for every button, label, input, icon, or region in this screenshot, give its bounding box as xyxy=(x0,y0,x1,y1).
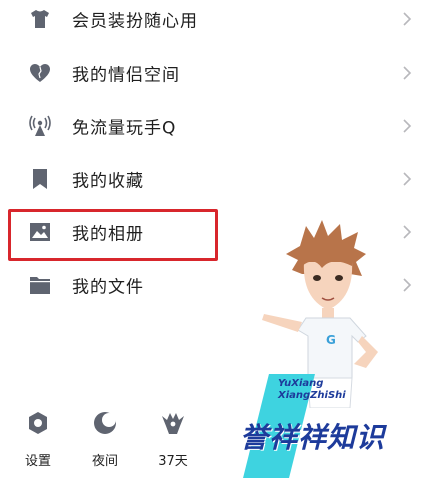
night-mode-button[interactable]: 夜间 xyxy=(80,410,130,470)
menu-item-vip-dressup[interactable]: 会员装扮随心用 xyxy=(0,0,428,45)
tshirt-icon xyxy=(31,9,49,28)
menu-item-label: 免流量玩手Q xyxy=(72,118,177,138)
chevron-right-icon xyxy=(403,171,412,186)
menu-item-free-data[interactable]: 免流量玩手Q xyxy=(0,99,428,152)
highlight-box xyxy=(8,209,218,261)
svg-text:G: G xyxy=(326,333,336,347)
gear-icon xyxy=(29,412,47,434)
night-mode-label: 夜间 xyxy=(91,454,118,469)
menu-item-favorites[interactable]: 我的收藏 xyxy=(0,152,428,205)
settings-button[interactable]: 设置 xyxy=(13,410,63,470)
chevron-right-icon xyxy=(403,65,412,80)
chevron-right-icon xyxy=(403,118,412,133)
settings-label: 设置 xyxy=(24,454,51,469)
chevron-right-icon xyxy=(403,11,412,26)
weather-badge-icon xyxy=(162,413,184,434)
moon-icon xyxy=(94,412,116,434)
menu-item-label: 我的文件 xyxy=(72,277,144,297)
chevron-right-icon xyxy=(403,277,412,292)
menu-item-label: 我的收藏 xyxy=(72,171,144,191)
watermark-english: YuXiang XiangZhiShi xyxy=(278,378,346,401)
weather-button[interactable]: 37天 xyxy=(148,410,198,470)
menu-item-label: 我的情侣空间 xyxy=(72,65,180,85)
watermark-logo: YuXiang XiangZhiShi 誉祥祥知识 xyxy=(238,372,428,482)
menu-item-label: 会员装扮随心用 xyxy=(72,11,198,31)
watermark-chinese: 誉祥祥知识 xyxy=(240,421,386,454)
heart-icon xyxy=(30,63,50,82)
bookmark-icon xyxy=(33,168,47,189)
menu-item-couple-space[interactable]: 我的情侣空间 xyxy=(0,46,428,99)
chevron-right-icon xyxy=(403,224,412,239)
folder-icon xyxy=(30,276,50,294)
signal-tower-icon xyxy=(29,115,51,136)
weather-label: 37天 xyxy=(158,454,188,469)
